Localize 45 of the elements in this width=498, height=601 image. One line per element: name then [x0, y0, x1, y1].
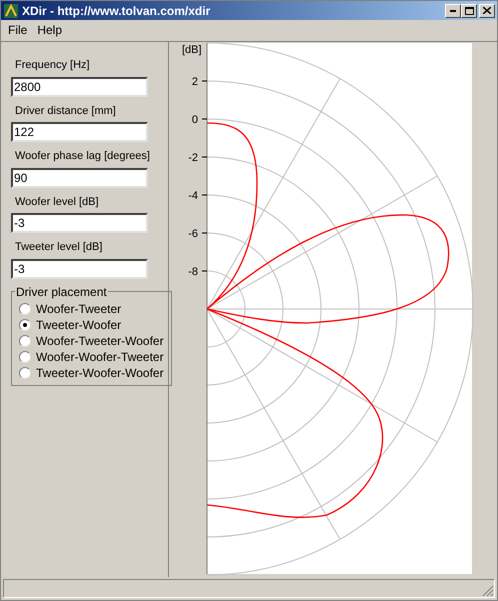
input-field[interactable]: 2800: [11, 76, 148, 96]
tick-mark: [202, 232, 208, 234]
tick-label: 0: [192, 114, 198, 126]
field-label: Woofer level [dB]: [14, 194, 100, 210]
tick-mark: [202, 194, 208, 196]
radio-label[interactable]: Woofer-Tweeter: [36, 300, 122, 318]
tick-label: -4: [188, 190, 198, 202]
group-title: Driver placement: [15, 284, 108, 300]
field-label: Tweeter level [dB]: [14, 240, 104, 255]
menu-item[interactable]: Help: [32, 20, 68, 38]
close-button[interactable]: [479, 4, 495, 18]
maximize-button[interactable]: [461, 4, 477, 18]
tick-label: -2: [188, 152, 198, 164]
menu-item[interactable]: File: [3, 20, 32, 38]
axis-unit-label: [dB]: [182, 44, 202, 56]
radio-button[interactable]: [19, 318, 31, 330]
resize-grip-icon[interactable]: [482, 585, 494, 597]
input-field[interactable]: -3: [11, 213, 148, 233]
field-label: Woofer phase lag [degrees]: [14, 149, 151, 164]
radio-button[interactable]: [19, 366, 31, 378]
field-label: Driver distance [mm]: [14, 104, 117, 118]
tick-mark: [202, 270, 208, 272]
radio-button[interactable]: [19, 302, 31, 314]
radio-label[interactable]: Woofer-Woofer-Tweeter: [36, 348, 164, 366]
app-logo-icon: [3, 2, 19, 18]
window-title: XDir - http://www.tolvan.com/xdir: [22, 2, 210, 20]
minimize-button[interactable]: [445, 4, 461, 18]
input-field[interactable]: 122: [11, 122, 148, 142]
radio-label[interactable]: Tweeter-Woofer: [36, 316, 122, 334]
radio-label[interactable]: Woofer-Tweeter-Woofer: [36, 332, 164, 350]
tick-label: -6: [188, 228, 198, 240]
radio-button[interactable]: [19, 350, 31, 362]
tick-label: 2: [192, 76, 198, 88]
tick-label: -8: [188, 266, 198, 278]
tick-mark: [202, 80, 208, 82]
close-icon: [483, 7, 491, 14]
field-label: Frequency [Hz]: [14, 58, 91, 73]
tick-mark: [202, 156, 208, 158]
tick-mark: [202, 118, 208, 120]
radio-label[interactable]: Tweeter-Woofer-Woofer: [36, 364, 164, 382]
minimize-icon: [450, 10, 456, 12]
input-field[interactable]: 90: [11, 168, 148, 188]
input-field[interactable]: -3: [11, 258, 148, 278]
maximize-icon: [464, 6, 474, 14]
radio-button[interactable]: [19, 334, 31, 346]
